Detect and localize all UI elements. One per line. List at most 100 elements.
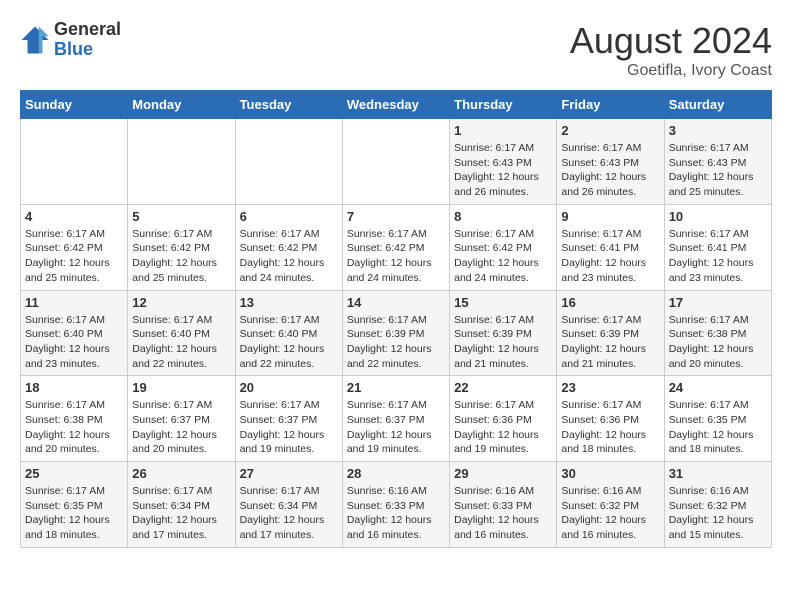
day-number: 31 bbox=[669, 466, 767, 481]
day-info: Sunrise: 6:17 AMSunset: 6:40 PMDaylight:… bbox=[132, 313, 230, 372]
calendar-cell: 16Sunrise: 6:17 AMSunset: 6:39 PMDayligh… bbox=[557, 290, 664, 376]
logo-icon bbox=[20, 25, 50, 55]
month-title: August 2024 bbox=[570, 20, 772, 62]
day-info: Sunrise: 6:17 AMSunset: 6:43 PMDaylight:… bbox=[561, 141, 659, 200]
day-number: 23 bbox=[561, 380, 659, 395]
day-number: 2 bbox=[561, 123, 659, 138]
day-info: Sunrise: 6:17 AMSunset: 6:37 PMDaylight:… bbox=[240, 398, 338, 457]
day-info: Sunrise: 6:17 AMSunset: 6:42 PMDaylight:… bbox=[454, 227, 552, 286]
day-number: 9 bbox=[561, 209, 659, 224]
calendar-cell: 10Sunrise: 6:17 AMSunset: 6:41 PMDayligh… bbox=[664, 204, 771, 290]
calendar-cell: 5 Sunrise: 6:17 AMSunset: 6:42 PMDaylight… bbox=[128, 204, 235, 290]
day-info: Sunrise: 6:17 AMSunset: 6:34 PMDaylight:… bbox=[240, 484, 338, 543]
calendar-cell: 4 Sunrise: 6:17 AMSunset: 6:42 PMDaylight… bbox=[21, 204, 128, 290]
calendar-cell bbox=[342, 119, 449, 205]
calendar-cell: 22Sunrise: 6:17 AMSunset: 6:36 PMDayligh… bbox=[450, 376, 557, 462]
day-number: 3 bbox=[669, 123, 767, 138]
calendar-week-row: 11 Sunrise: 6:17 AMSunset: 6:40 PMDayligh… bbox=[21, 290, 772, 376]
day-info: Sunrise: 6:17 AMSunset: 6:37 PMDaylight:… bbox=[132, 398, 230, 457]
day-info: Sunrise: 6:17 AMSunset: 6:42 PMDaylight:… bbox=[25, 227, 123, 286]
day-info: Sunrise: 6:17 AMSunset: 6:39 PMDaylight:… bbox=[454, 313, 552, 372]
day-info: Sunrise: 6:17 AMSunset: 6:41 PMDaylight:… bbox=[561, 227, 659, 286]
calendar-cell: 26Sunrise: 6:17 AMSunset: 6:34 PMDayligh… bbox=[128, 462, 235, 548]
calendar-cell: 19 Sunrise: 6:17 AMSunset: 6:37 PMDayligh… bbox=[128, 376, 235, 462]
day-number: 1 bbox=[454, 123, 552, 138]
day-number: 4 bbox=[25, 209, 123, 224]
day-number: 18 bbox=[25, 380, 123, 395]
location-subtitle: Goetifla, Ivory Coast bbox=[570, 62, 772, 80]
logo-line2: Blue bbox=[54, 40, 121, 60]
calendar-cell bbox=[21, 119, 128, 205]
day-number: 10 bbox=[669, 209, 767, 224]
calendar-cell: 17Sunrise: 6:17 AMSunset: 6:38 PMDayligh… bbox=[664, 290, 771, 376]
calendar-cell bbox=[235, 119, 342, 205]
day-number: 25 bbox=[25, 466, 123, 481]
day-info: Sunrise: 6:17 AMSunset: 6:39 PMDaylight:… bbox=[347, 313, 445, 372]
calendar-cell: 21Sunrise: 6:17 AMSunset: 6:37 PMDayligh… bbox=[342, 376, 449, 462]
day-number: 14 bbox=[347, 295, 445, 310]
calendar-table: SundayMondayTuesdayWednesdayThursdayFrid… bbox=[20, 90, 772, 548]
calendar-cell bbox=[128, 119, 235, 205]
logo: General Blue bbox=[20, 20, 121, 60]
calendar-week-row: 25 Sunrise: 6:17 AMSunset: 6:35 PMDayligh… bbox=[21, 462, 772, 548]
day-info: Sunrise: 6:17 AMSunset: 6:42 PMDaylight:… bbox=[132, 227, 230, 286]
calendar-cell: 9 Sunrise: 6:17 AMSunset: 6:41 PMDaylight… bbox=[557, 204, 664, 290]
calendar-cell: 18Sunrise: 6:17 AMSunset: 6:38 PMDayligh… bbox=[21, 376, 128, 462]
day-info: Sunrise: 6:17 AMSunset: 6:40 PMDaylight:… bbox=[25, 313, 123, 372]
day-number: 11 bbox=[25, 295, 123, 310]
day-info: Sunrise: 6:16 AMSunset: 6:32 PMDaylight:… bbox=[561, 484, 659, 543]
day-info: Sunrise: 6:17 AMSunset: 6:37 PMDaylight:… bbox=[347, 398, 445, 457]
day-info: Sunrise: 6:17 AMSunset: 6:35 PMDaylight:… bbox=[25, 484, 123, 543]
calendar-body: 1 Sunrise: 6:17 AMSunset: 6:43 PMDaylight… bbox=[21, 119, 772, 548]
calendar-cell: 13 Sunrise: 6:17 AMSunset: 6:40 PMDayligh… bbox=[235, 290, 342, 376]
logo-line1: General bbox=[54, 20, 121, 40]
day-info: Sunrise: 6:17 AMSunset: 6:43 PMDaylight:… bbox=[669, 141, 767, 200]
day-of-week-header: Saturday bbox=[664, 91, 771, 119]
title-area: August 2024 Goetifla, Ivory Coast bbox=[570, 20, 772, 80]
day-number: 6 bbox=[240, 209, 338, 224]
day-of-week-header: Friday bbox=[557, 91, 664, 119]
calendar-cell: 24Sunrise: 6:17 AMSunset: 6:35 PMDayligh… bbox=[664, 376, 771, 462]
day-info: Sunrise: 6:17 AMSunset: 6:36 PMDaylight:… bbox=[561, 398, 659, 457]
calendar-cell: 11 Sunrise: 6:17 AMSunset: 6:40 PMDayligh… bbox=[21, 290, 128, 376]
day-number: 16 bbox=[561, 295, 659, 310]
day-number: 17 bbox=[669, 295, 767, 310]
day-info: Sunrise: 6:17 AMSunset: 6:42 PMDaylight:… bbox=[240, 227, 338, 286]
day-info: Sunrise: 6:16 AMSunset: 6:33 PMDaylight:… bbox=[347, 484, 445, 543]
day-number: 29 bbox=[454, 466, 552, 481]
day-info: Sunrise: 6:17 AMSunset: 6:34 PMDaylight:… bbox=[132, 484, 230, 543]
calendar-week-row: 18Sunrise: 6:17 AMSunset: 6:38 PMDayligh… bbox=[21, 376, 772, 462]
day-number: 28 bbox=[347, 466, 445, 481]
day-of-week-header: Wednesday bbox=[342, 91, 449, 119]
calendar-cell: 2 Sunrise: 6:17 AMSunset: 6:43 PMDaylight… bbox=[557, 119, 664, 205]
calendar-cell: 25 Sunrise: 6:17 AMSunset: 6:35 PMDayligh… bbox=[21, 462, 128, 548]
day-info: Sunrise: 6:17 AMSunset: 6:43 PMDaylight:… bbox=[454, 141, 552, 200]
header: General Blue August 2024 Goetifla, Ivory… bbox=[20, 20, 772, 80]
day-number: 7 bbox=[347, 209, 445, 224]
day-info: Sunrise: 6:17 AMSunset: 6:40 PMDaylight:… bbox=[240, 313, 338, 372]
day-number: 27 bbox=[240, 466, 338, 481]
calendar-cell: 14 Sunrise: 6:17 AMSunset: 6:39 PMDayligh… bbox=[342, 290, 449, 376]
day-number: 24 bbox=[669, 380, 767, 395]
day-number: 30 bbox=[561, 466, 659, 481]
calendar-cell: 12 Sunrise: 6:17 AMSunset: 6:40 PMDayligh… bbox=[128, 290, 235, 376]
day-number: 20 bbox=[240, 380, 338, 395]
calendar-cell: 31Sunrise: 6:16 AMSunset: 6:32 PMDayligh… bbox=[664, 462, 771, 548]
day-number: 22 bbox=[454, 380, 552, 395]
calendar-week-row: 4 Sunrise: 6:17 AMSunset: 6:42 PMDaylight… bbox=[21, 204, 772, 290]
day-info: Sunrise: 6:16 AMSunset: 6:33 PMDaylight:… bbox=[454, 484, 552, 543]
day-of-week-header: Monday bbox=[128, 91, 235, 119]
day-number: 13 bbox=[240, 295, 338, 310]
calendar-cell: 20 Sunrise: 6:17 AMSunset: 6:37 PMDayligh… bbox=[235, 376, 342, 462]
day-info: Sunrise: 6:17 AMSunset: 6:42 PMDaylight:… bbox=[347, 227, 445, 286]
calendar-cell: 29 Sunrise: 6:16 AMSunset: 6:33 PMDayligh… bbox=[450, 462, 557, 548]
day-number: 19 bbox=[132, 380, 230, 395]
day-of-week-header: Sunday bbox=[21, 91, 128, 119]
calendar-cell: 3 Sunrise: 6:17 AMSunset: 6:43 PMDaylight… bbox=[664, 119, 771, 205]
day-of-week-header: Tuesday bbox=[235, 91, 342, 119]
day-number: 12 bbox=[132, 295, 230, 310]
day-number: 5 bbox=[132, 209, 230, 224]
calendar-cell: 23 Sunrise: 6:17 AMSunset: 6:36 PMDayligh… bbox=[557, 376, 664, 462]
calendar-cell: 28 Sunrise: 6:16 AMSunset: 6:33 PMDayligh… bbox=[342, 462, 449, 548]
calendar-cell: 15Sunrise: 6:17 AMSunset: 6:39 PMDayligh… bbox=[450, 290, 557, 376]
